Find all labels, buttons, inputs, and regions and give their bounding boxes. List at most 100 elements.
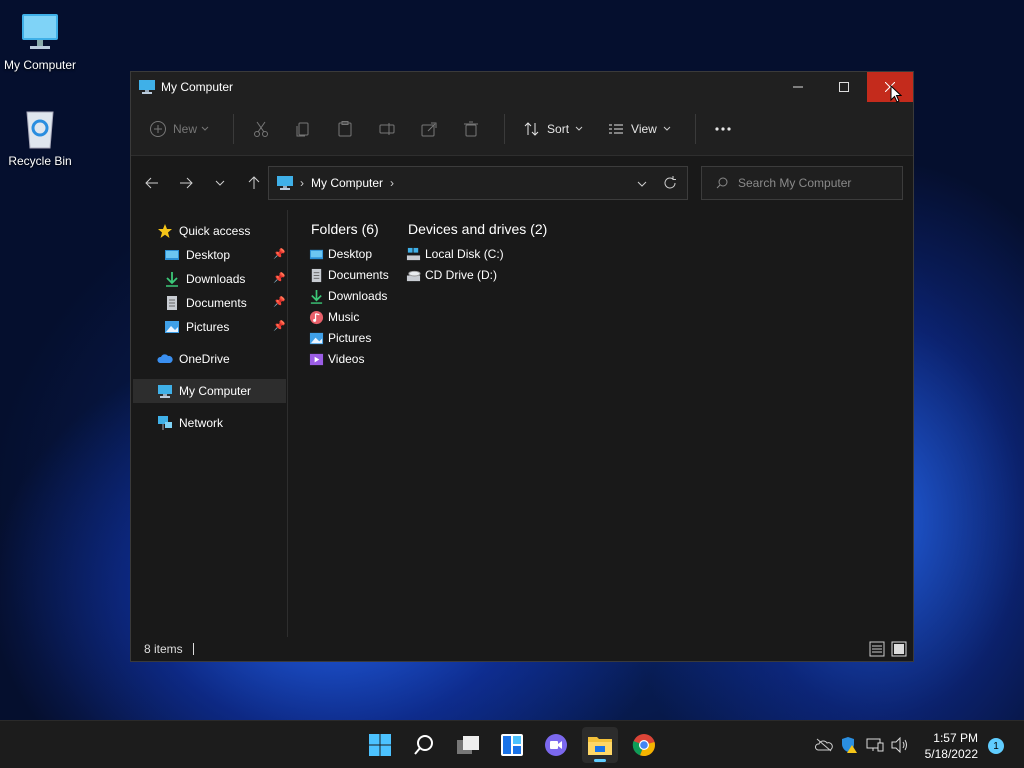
more-options-button[interactable] (714, 126, 732, 132)
task-view-icon (457, 736, 479, 754)
recent-locations-button[interactable] (211, 174, 229, 192)
folder-item-videos[interactable]: Videos (309, 349, 364, 369)
downloads-icon (166, 272, 178, 287)
minimize-button[interactable] (775, 72, 821, 102)
tray-volume[interactable] (891, 736, 909, 754)
tray-onedrive-offline[interactable] (815, 736, 833, 754)
sidebar-item-downloads[interactable]: Downloads (164, 267, 245, 291)
sort-button[interactable]: Sort (523, 120, 583, 138)
chevron-down-icon (575, 126, 583, 131)
file-explorer-window: My Computer New Sort View › My Computer … (130, 71, 914, 662)
folder-item-label: Downloads (328, 289, 388, 303)
tiles-view-icon[interactable] (891, 641, 907, 657)
paste-button[interactable] (336, 120, 354, 138)
documents-icon (167, 296, 177, 310)
drive-item-cd-drive[interactable]: CD Drive (D:) (406, 265, 497, 285)
new-label: New (173, 121, 198, 136)
sidebar-item-my-computer[interactable]: My Computer (133, 379, 286, 403)
navigation-pane[interactable]: Quick access Desktop 📌 Downloads 📌 Docum… (131, 210, 288, 637)
search-box[interactable]: Search My Computer (701, 166, 903, 200)
new-button[interactable]: New (149, 120, 209, 138)
folder-item-pictures[interactable]: Pictures (309, 328, 371, 348)
desktop-folder-icon (165, 250, 179, 260)
sidebar-item-label: Quick access (179, 224, 251, 238)
folder-item-label: Videos (328, 352, 365, 366)
sidebar-item-onedrive[interactable]: OneDrive (157, 347, 230, 371)
notification-badge[interactable]: 1 (988, 738, 1004, 754)
folders-heading[interactable]: Folders (6) (311, 221, 379, 237)
folder-item-desktop[interactable]: Desktop (309, 244, 372, 264)
network-tray-icon (866, 738, 884, 752)
view-button[interactable]: View (607, 120, 671, 138)
sidebar-item-label: My Computer (179, 384, 252, 398)
maximize-button[interactable] (821, 72, 867, 102)
copy-icon (296, 122, 309, 136)
desktop-icon-recycle-bin[interactable]: Recycle Bin (0, 106, 80, 168)
breadcrumb-chevron-icon[interactable]: › (390, 176, 394, 190)
chrome-icon (632, 734, 655, 757)
chrome-button[interactable] (626, 727, 662, 763)
computer-icon (158, 385, 172, 398)
navigation-bar: › My Computer › Search My Computer (131, 156, 913, 210)
drives-heading[interactable]: Devices and drives (2) (408, 221, 547, 237)
explorer-body: Quick access Desktop 📌 Downloads 📌 Docum… (131, 210, 913, 637)
start-button[interactable] (362, 727, 398, 763)
folder-item-label: Documents (328, 268, 389, 282)
chat-button[interactable] (538, 727, 574, 763)
folder-item-music[interactable]: Music (309, 307, 359, 327)
rename-button[interactable] (378, 120, 396, 138)
search-button[interactable] (406, 727, 442, 763)
content-pane[interactable]: Folders (6) Devices and drives (2) Deskt… (289, 210, 913, 637)
computer-icon (139, 80, 155, 94)
copy-button[interactable] (294, 120, 312, 138)
title-bar[interactable]: My Computer (131, 72, 913, 102)
share-button[interactable] (420, 120, 438, 138)
folder-item-label: Music (328, 310, 360, 324)
pin-icon: 📌 (273, 321, 286, 332)
cut-button[interactable] (252, 120, 270, 138)
up-button[interactable] (245, 174, 263, 192)
rename-icon (379, 122, 395, 135)
address-bar[interactable]: › My Computer › (268, 166, 688, 200)
delete-button[interactable] (462, 120, 480, 138)
widgets-button[interactable] (494, 727, 530, 763)
file-explorer-taskbar-button[interactable] (582, 727, 618, 763)
desktop-icon-my-computer[interactable]: My Computer (0, 10, 80, 72)
toolbar-divider (694, 113, 696, 144)
computer-icon (277, 176, 293, 190)
task-view-button[interactable] (450, 727, 486, 763)
chevron-down-icon[interactable] (637, 181, 647, 187)
chevron-down-icon (663, 126, 671, 131)
sidebar-item-network[interactable]: Network (157, 411, 223, 435)
breadcrumb-my-computer[interactable]: My Computer (311, 176, 383, 190)
mouse-cursor-icon (890, 85, 902, 103)
sidebar-item-documents[interactable]: Documents (164, 291, 247, 315)
tray-security-warning[interactable] (840, 736, 858, 754)
share-icon (421, 122, 437, 136)
folder-icon (588, 737, 612, 755)
widgets-icon (501, 734, 523, 756)
details-view-icon[interactable] (869, 641, 885, 657)
folder-item-label: Desktop (328, 247, 373, 261)
folder-item-documents[interactable]: Documents (309, 265, 389, 285)
folder-item-downloads[interactable]: Downloads (309, 286, 387, 306)
status-bar: 8 items (131, 637, 913, 661)
drive-item-local-disk[interactable]: Local Disk (C:) (406, 244, 504, 264)
computer-icon (22, 14, 58, 49)
refresh-icon[interactable] (663, 176, 677, 190)
taskbar-clock[interactable]: 1:57 PM 5/18/2022 (925, 730, 978, 762)
forward-button[interactable] (177, 174, 195, 192)
back-button[interactable] (143, 174, 161, 192)
chevron-down-icon (201, 126, 209, 131)
items-count: 8 items (144, 642, 183, 656)
sidebar-item-pictures[interactable]: Pictures (164, 315, 229, 339)
recycle-bin-icon (26, 111, 54, 149)
pictures-icon (309, 332, 324, 344)
toolbar-divider (504, 113, 506, 144)
tray-network[interactable] (866, 736, 884, 754)
sidebar-item-desktop[interactable]: Desktop (164, 243, 230, 267)
cd-drive-icon (406, 270, 421, 281)
scissors-icon (254, 121, 269, 137)
clock-time: 1:57 PM (933, 731, 978, 745)
sidebar-item-quick-access[interactable]: Quick access (157, 219, 250, 243)
